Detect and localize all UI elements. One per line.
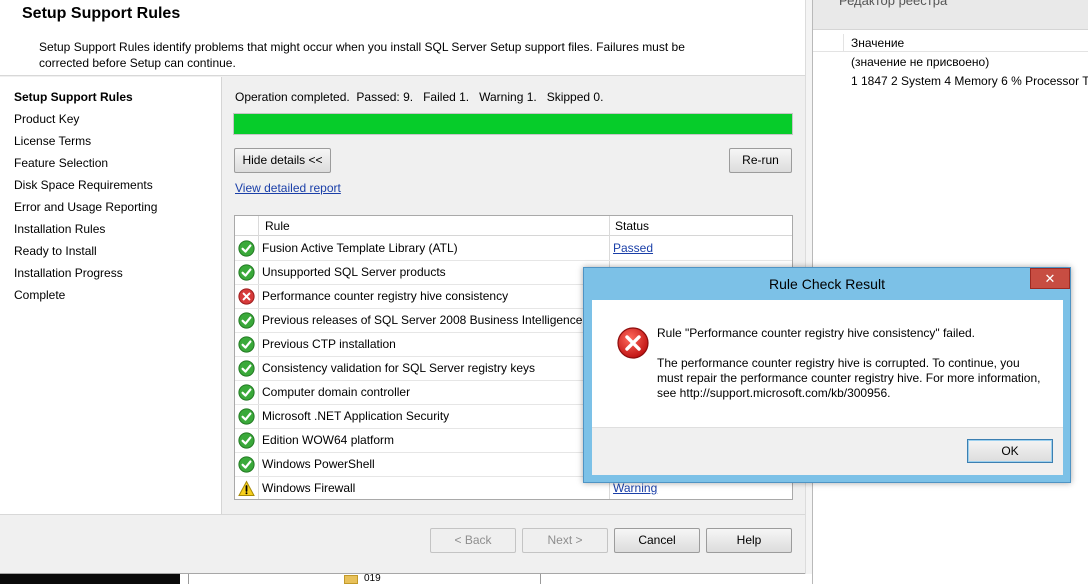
help-button[interactable]: Help: [706, 528, 792, 553]
close-icon: ✕: [1044, 271, 1056, 286]
rule-name: Fusion Active Template Library (ATL): [262, 241, 458, 255]
table-header-icon[interactable]: [235, 216, 259, 236]
nav-item-feature-selection[interactable]: Feature Selection: [14, 156, 108, 170]
check-icon: [238, 312, 255, 329]
progress-bar-fill: [234, 114, 792, 134]
table-header-rule-label: Rule: [265, 219, 290, 233]
page-description: Setup Support Rules identify problems th…: [39, 40, 685, 70]
error-icon: [617, 327, 649, 359]
table-header-rule[interactable]: Rule: [259, 216, 609, 236]
dialog-message-summary: Rule "Performance counter registry hive …: [657, 326, 975, 340]
back-button[interactable]: < Back: [430, 528, 516, 553]
registry-value-row[interactable]: (значение не присвоено): [851, 55, 989, 69]
next-button[interactable]: Next >: [522, 528, 608, 553]
folder-icon: [344, 575, 358, 584]
check-icon: [238, 264, 255, 281]
rule-name: Microsoft .NET Application Security: [262, 409, 450, 423]
progress-bar: [233, 113, 793, 135]
rule-check-dialog: Rule Check Result ✕ Rule "Performance co…: [583, 267, 1071, 483]
warning-icon: [238, 480, 255, 497]
close-button[interactable]: ✕: [1030, 268, 1070, 289]
rule-name: Unsupported SQL Server products: [262, 265, 446, 279]
dialog-body: Rule "Performance counter registry hive …: [592, 300, 1063, 475]
check-icon: [238, 360, 255, 377]
rule-name: Performance counter registry hive consis…: [262, 289, 509, 303]
rule-name: Consistency validation for SQL Server re…: [262, 361, 535, 375]
registry-column-header[interactable]: Значение: [813, 34, 1088, 52]
cancel-button[interactable]: Cancel: [614, 528, 700, 553]
check-icon: [238, 432, 255, 449]
nav-item-error-reporting[interactable]: Error and Usage Reporting: [14, 200, 157, 214]
rule-name: Edition WOW64 platform: [262, 433, 395, 447]
setup-header: Setup Support Rules Setup Support Rules …: [0, 0, 805, 76]
check-icon: [238, 240, 255, 257]
nav-item-license-terms[interactable]: License Terms: [14, 134, 91, 148]
setup-steps-nav: Setup Support Rules Product Key License …: [0, 77, 222, 514]
divider: [188, 574, 189, 584]
nav-item-setup-support-rules[interactable]: Setup Support Rules: [14, 90, 133, 104]
page-title: Setup Support Rules: [22, 5, 181, 22]
table-row[interactable]: Fusion Active Template Library (ATL) Pass…: [235, 237, 792, 261]
view-detailed-report-link[interactable]: View detailed report: [235, 181, 341, 195]
rule-name: Computer domain controller: [262, 385, 411, 399]
nav-item-installation-rules[interactable]: Installation Rules: [14, 222, 105, 236]
rule-name: Windows Firewall: [262, 481, 356, 495]
ok-button[interactable]: OK: [967, 439, 1053, 463]
rule-name: Previous releases of SQL Server 2008 Bus…: [262, 313, 627, 327]
nav-item-complete[interactable]: Complete: [14, 288, 65, 302]
rule-status-link[interactable]: Passed: [613, 241, 653, 255]
dialog-message-detail: The performance counter registry hive is…: [657, 356, 1041, 400]
table-header-status-label: Status: [615, 219, 650, 233]
taskbar-fragment: [0, 574, 180, 584]
divider: [540, 574, 541, 584]
registry-value-column-label: Значение: [851, 36, 905, 50]
operation-status: Operation completed. Passed: 9. Failed 1…: [235, 90, 604, 104]
hide-details-button[interactable]: Hide details <<: [234, 148, 331, 173]
column-divider: [843, 34, 844, 52]
rule-status-link[interactable]: Warning: [613, 481, 657, 495]
table-header-status[interactable]: Status: [609, 216, 792, 236]
error-icon: [238, 288, 255, 305]
check-icon: [238, 456, 255, 473]
nav-item-disk-space[interactable]: Disk Space Requirements: [14, 178, 153, 192]
check-icon: [238, 336, 255, 353]
dialog-title: Rule Check Result: [769, 276, 885, 292]
footer-divider: [0, 514, 805, 515]
nav-item-ready-to-install[interactable]: Ready to Install: [14, 244, 97, 258]
registry-editor-title: Редактор реестра: [839, 0, 948, 8]
nav-item-product-key[interactable]: Product Key: [14, 112, 79, 126]
check-icon: [238, 408, 255, 425]
rerun-button[interactable]: Re-run: [729, 148, 792, 173]
registry-editor-titlebar: Редактор реестра: [813, 0, 1088, 30]
nav-item-installation-progress[interactable]: Installation Progress: [14, 266, 123, 280]
rule-name: Previous CTP installation: [262, 337, 396, 351]
folder-label: 019: [364, 573, 381, 584]
rule-name: Windows PowerShell: [262, 457, 375, 471]
check-icon: [238, 384, 255, 401]
registry-value-row[interactable]: 1 1847 2 System 4 Memory 6 % Processor T…: [851, 74, 1088, 88]
